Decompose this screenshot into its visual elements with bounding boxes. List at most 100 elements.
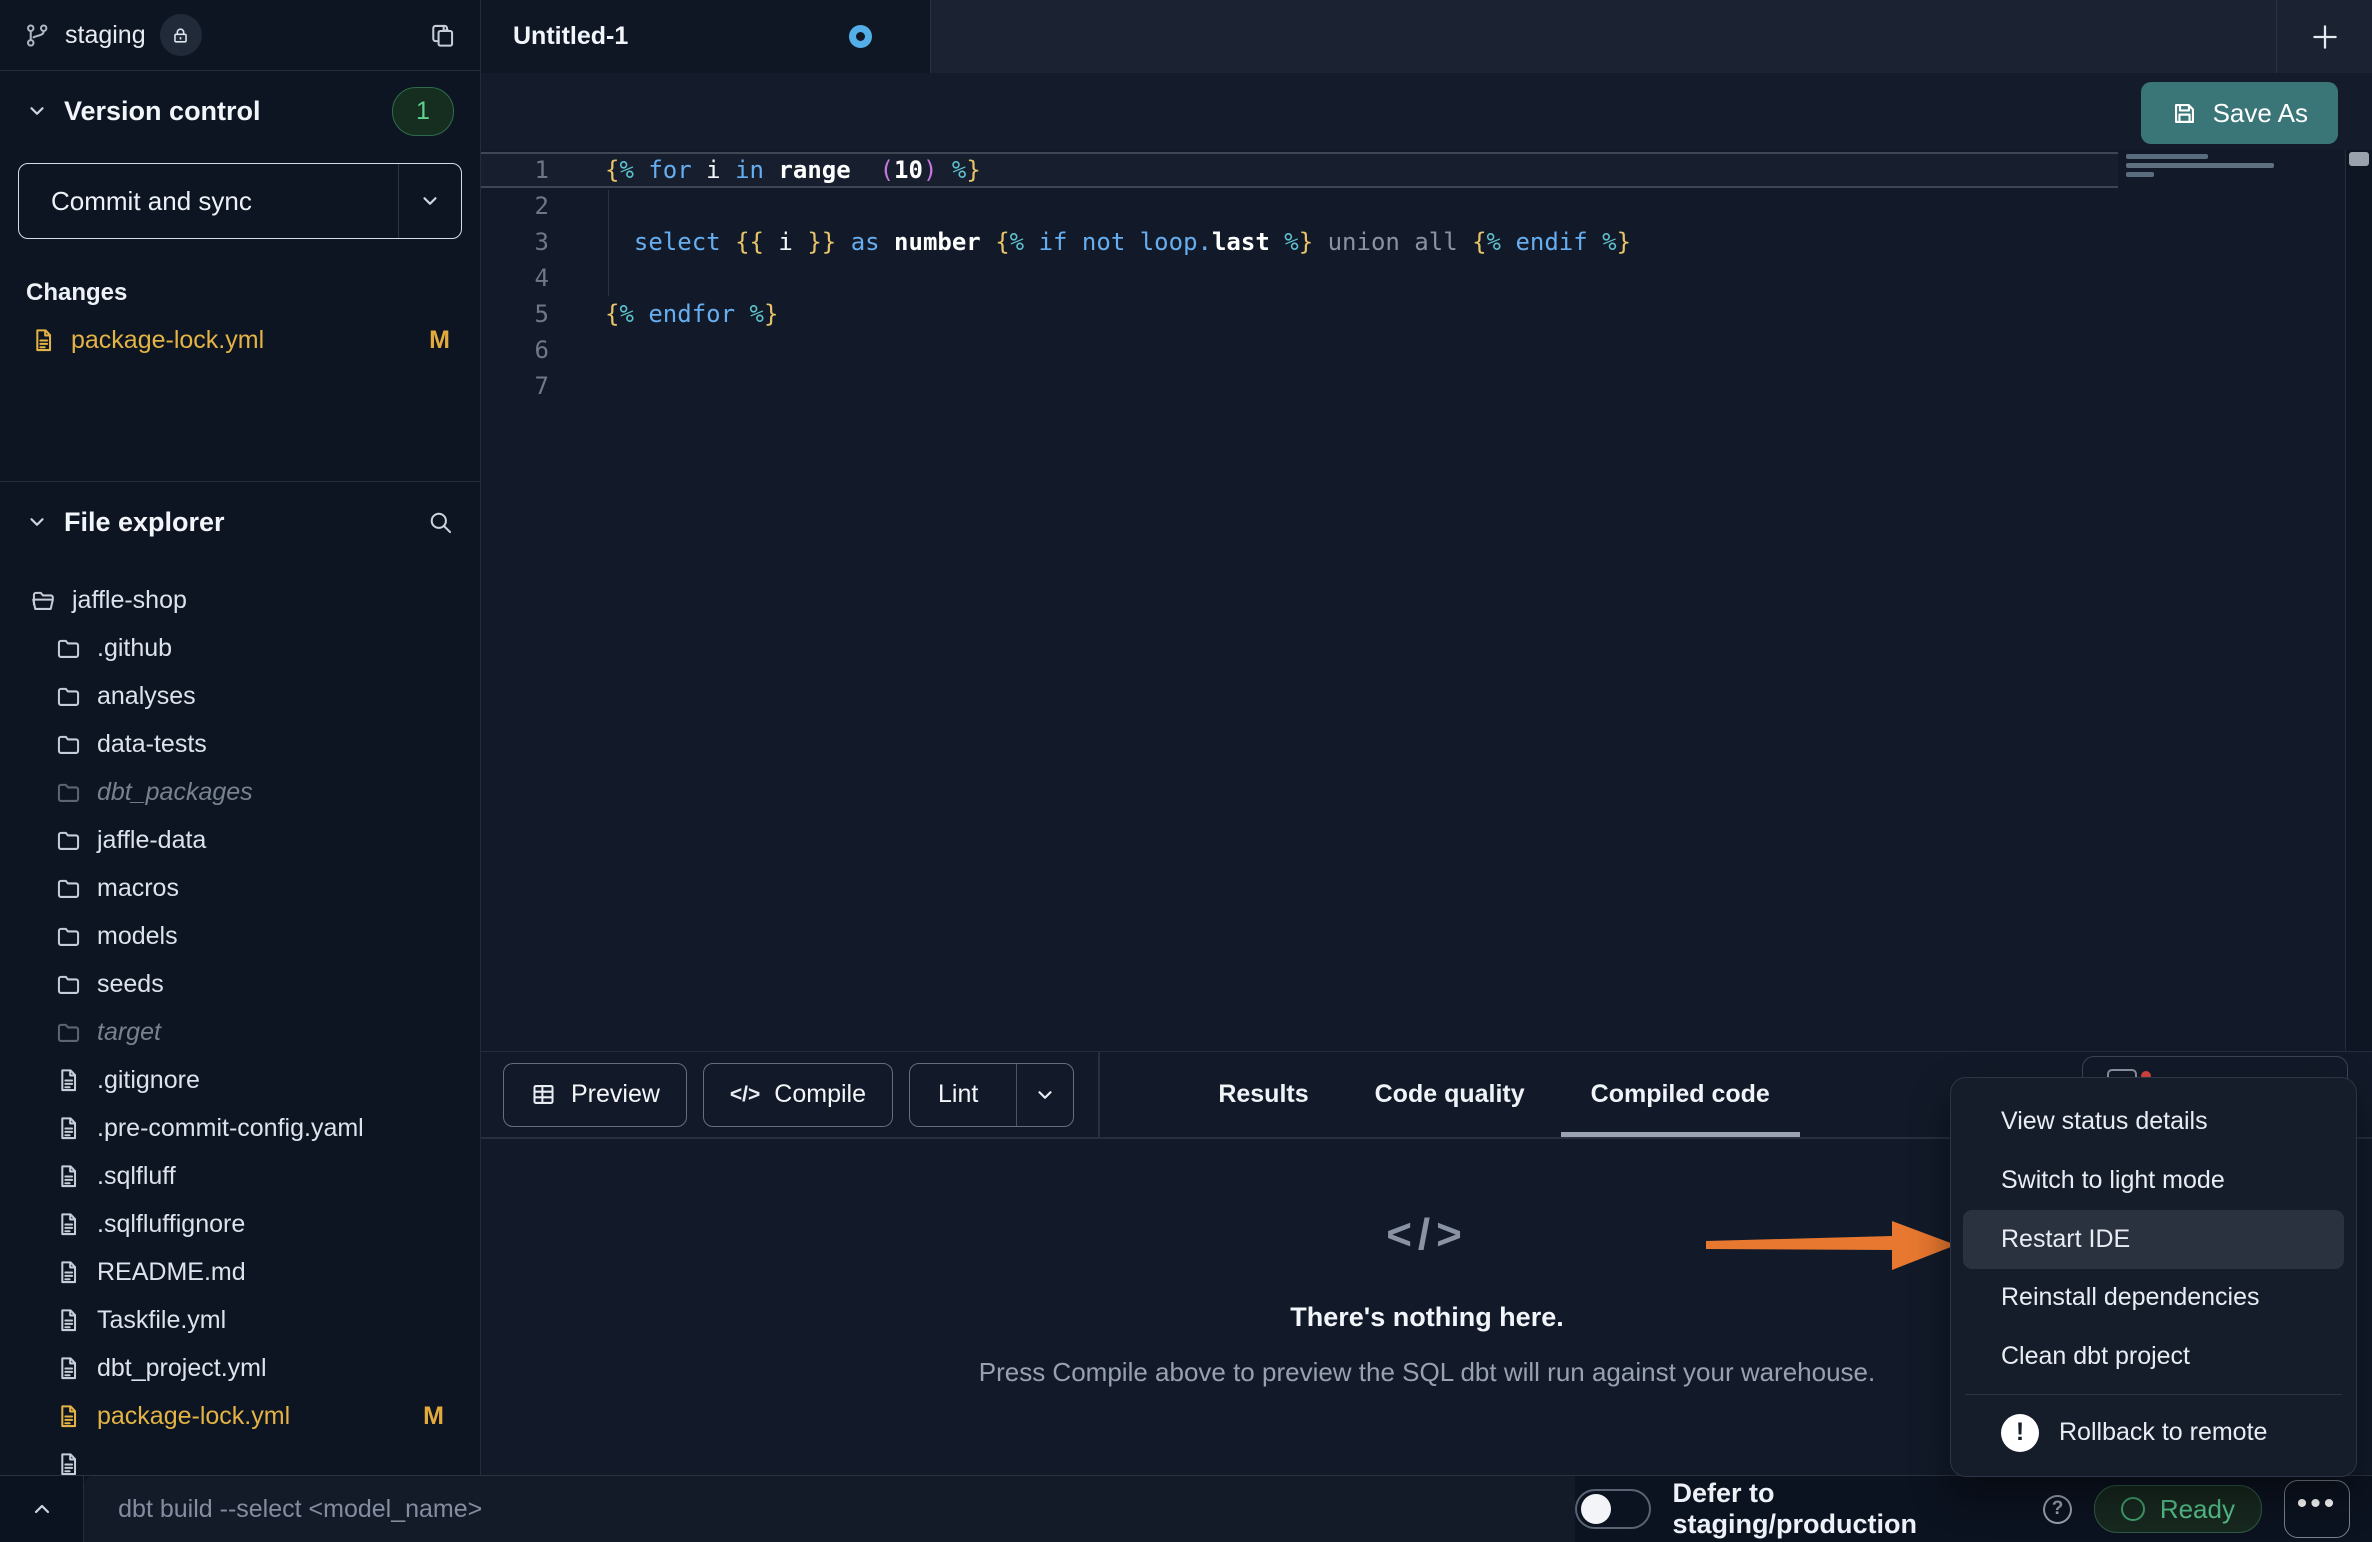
tree-item--pre-commit-config-yaml[interactable]: .pre-commit-config.yaml	[0, 1104, 480, 1152]
command-placeholder: dbt build --select <model_name>	[118, 1495, 482, 1524]
line-number: 6	[481, 332, 549, 368]
tab-code-quality[interactable]: Code quality	[1375, 1052, 1525, 1137]
changes-heading: Changes	[0, 279, 480, 307]
menu-item-switch-to-light-mode[interactable]: Switch to light mode	[1963, 1151, 2344, 1210]
changes-count-badge: 1	[392, 87, 454, 136]
tree-item-target[interactable]: target	[0, 1008, 480, 1056]
tree-item-label: package-lock.yml	[97, 1402, 290, 1431]
tree-item-macros[interactable]: macros	[0, 864, 480, 912]
line-number: 3	[481, 224, 549, 260]
tree-item-dbt-project-yml[interactable]: dbt_project.yml	[0, 1344, 480, 1392]
panel-tabs: Results Code quality Compiled code	[1218, 1052, 1770, 1137]
code-line-3[interactable]: select {{ i }} as number {% if not loop.…	[605, 224, 1631, 260]
tree-item-models[interactable]: models	[0, 912, 480, 960]
tree-item--sqlfluffignore[interactable]: .sqlfluffignore	[0, 1200, 480, 1248]
tree-item--github[interactable]: .github	[0, 624, 480, 672]
editor-scrollbar[interactable]	[2345, 150, 2372, 1051]
tab-compiled-code[interactable]: Compiled code	[1591, 1052, 1770, 1137]
compile-button[interactable]: </> Compile	[703, 1063, 893, 1127]
status-bar: dbt build --select <model_name> Defer to…	[0, 1475, 2372, 1542]
menu-item-rollback-to-remote[interactable]: !Rollback to remote	[1963, 1403, 2344, 1462]
file-explorer-title: File explorer	[64, 507, 225, 538]
file-explorer-section: File explorer jaffle-shop.github analyses…	[0, 481, 480, 1476]
modified-status-badge: M	[429, 326, 450, 355]
menu-item-label: Clean dbt project	[2001, 1342, 2190, 1371]
branch-name[interactable]: staging	[65, 21, 146, 50]
tab-untitled-1[interactable]: Untitled-1	[481, 0, 931, 73]
editor-tabbar: Untitled-1	[481, 0, 2372, 74]
ready-ring-icon	[2121, 1497, 2145, 1521]
lint-split-button[interactable]: Lint	[909, 1063, 1074, 1127]
defer-toggle[interactable]	[1575, 1489, 1651, 1529]
scrollbar-thumb[interactable]	[2349, 152, 2369, 166]
tree-item-readme-md[interactable]: README.md	[0, 1248, 480, 1296]
code-line-4[interactable]	[605, 260, 1631, 296]
empty-state-subtitle: Press Compile above to preview the SQL d…	[807, 1357, 2047, 1388]
toolbar-divider	[1098, 1052, 1100, 1137]
folder-icon	[55, 923, 82, 950]
command-input[interactable]: dbt build --select <model_name>	[84, 1476, 1574, 1542]
code-line-1[interactable]: {% for i in range (10) %}	[605, 152, 1631, 188]
tree-item-taskfile-yml[interactable]: Taskfile.yml	[0, 1296, 480, 1344]
code-editor[interactable]: 1234567 {% for i in range (10) %} select…	[481, 150, 2372, 1051]
tab-results[interactable]: Results	[1218, 1052, 1308, 1137]
menu-item-view-status-details[interactable]: View status details	[1963, 1092, 2344, 1151]
tree-item-dbt-packages[interactable]: dbt_packages	[0, 768, 480, 816]
tree-item-clipped[interactable]	[0, 1440, 480, 1476]
tree-item--sqlfluff[interactable]: .sqlfluff	[0, 1152, 480, 1200]
copy-branch-icon[interactable]	[429, 22, 456, 49]
statusbar-right: Defer to staging/production ? Ready •••	[1575, 1478, 2372, 1540]
version-control-header[interactable]: Version control 1	[0, 71, 480, 151]
toggle-knob	[1581, 1494, 1611, 1524]
folder-icon	[55, 731, 82, 758]
file-icon	[55, 1355, 82, 1382]
preview-label: Preview	[571, 1080, 660, 1109]
folder-open-icon	[30, 587, 57, 614]
tree-item-seeds[interactable]: seeds	[0, 960, 480, 1008]
dbt-ide-app: staging Version control 1 Commit and syn…	[0, 0, 2372, 1542]
code-line-7[interactable]	[605, 368, 1631, 404]
tree-item-label: dbt_packages	[97, 778, 253, 807]
lint-label[interactable]: Lint	[910, 1064, 1002, 1126]
menu-item-label: Restart IDE	[2001, 1225, 2130, 1254]
code-line-6[interactable]	[605, 332, 1631, 368]
code-line-5[interactable]: {% endfor %}	[605, 296, 1631, 332]
code-lines[interactable]: {% for i in range (10) %} select {{ i }}…	[605, 152, 1631, 404]
file-icon	[30, 327, 57, 354]
tree-item-label: .sqlfluff	[97, 1162, 176, 1191]
commit-and-sync-button[interactable]: Commit and sync	[18, 163, 462, 239]
commit-options-chevron[interactable]	[398, 164, 461, 238]
more-options-button[interactable]: •••	[2284, 1480, 2350, 1538]
menu-item-restart-ide[interactable]: Restart IDE	[1963, 1210, 2344, 1269]
commit-and-sync-label: Commit and sync	[19, 186, 252, 217]
menu-item-reinstall-dependencies[interactable]: Reinstall dependencies	[1963, 1269, 2344, 1328]
tree-item-analyses[interactable]: analyses	[0, 672, 480, 720]
menu-item-label: Rollback to remote	[2059, 1418, 2267, 1447]
new-tab-button[interactable]	[2277, 0, 2372, 73]
tree-item-jaffle-shop[interactable]: jaffle-shop	[0, 576, 480, 624]
sidebar: staging Version control 1 Commit and syn…	[0, 0, 481, 1475]
plus-icon	[2308, 20, 2342, 54]
changed-file-row[interactable]: package-lock.yml M	[0, 317, 480, 363]
preview-button[interactable]: Preview	[503, 1063, 687, 1127]
file-explorer-header[interactable]: File explorer	[0, 482, 480, 562]
tree-item-label: data-tests	[97, 730, 207, 759]
collapse-panel-button[interactable]	[0, 1476, 83, 1542]
minimap[interactable]	[2118, 150, 2345, 1051]
lint-options-chevron[interactable]	[1016, 1064, 1073, 1126]
tree-item-jaffle-data[interactable]: jaffle-data	[0, 816, 480, 864]
file-icon	[55, 1211, 82, 1238]
search-icon[interactable]	[427, 509, 454, 536]
tree-item-label: .pre-commit-config.yaml	[97, 1114, 364, 1143]
question-circle-icon[interactable]: ?	[2043, 1495, 2072, 1524]
tree-item--gitignore[interactable]: .gitignore	[0, 1056, 480, 1104]
tree-item-package-lock-yml[interactable]: package-lock.ymlM	[0, 1392, 480, 1440]
code-line-2[interactable]	[605, 188, 1631, 224]
menu-item-clean-dbt-project[interactable]: Clean dbt project	[1963, 1327, 2344, 1386]
tree-item-data-tests[interactable]: data-tests	[0, 720, 480, 768]
ready-label: Ready	[2160, 1494, 2235, 1525]
tree-item-label: analyses	[97, 682, 196, 711]
line-number: 1	[481, 152, 549, 188]
save-as-button[interactable]: Save As	[2141, 82, 2338, 144]
folder-icon	[55, 971, 82, 998]
